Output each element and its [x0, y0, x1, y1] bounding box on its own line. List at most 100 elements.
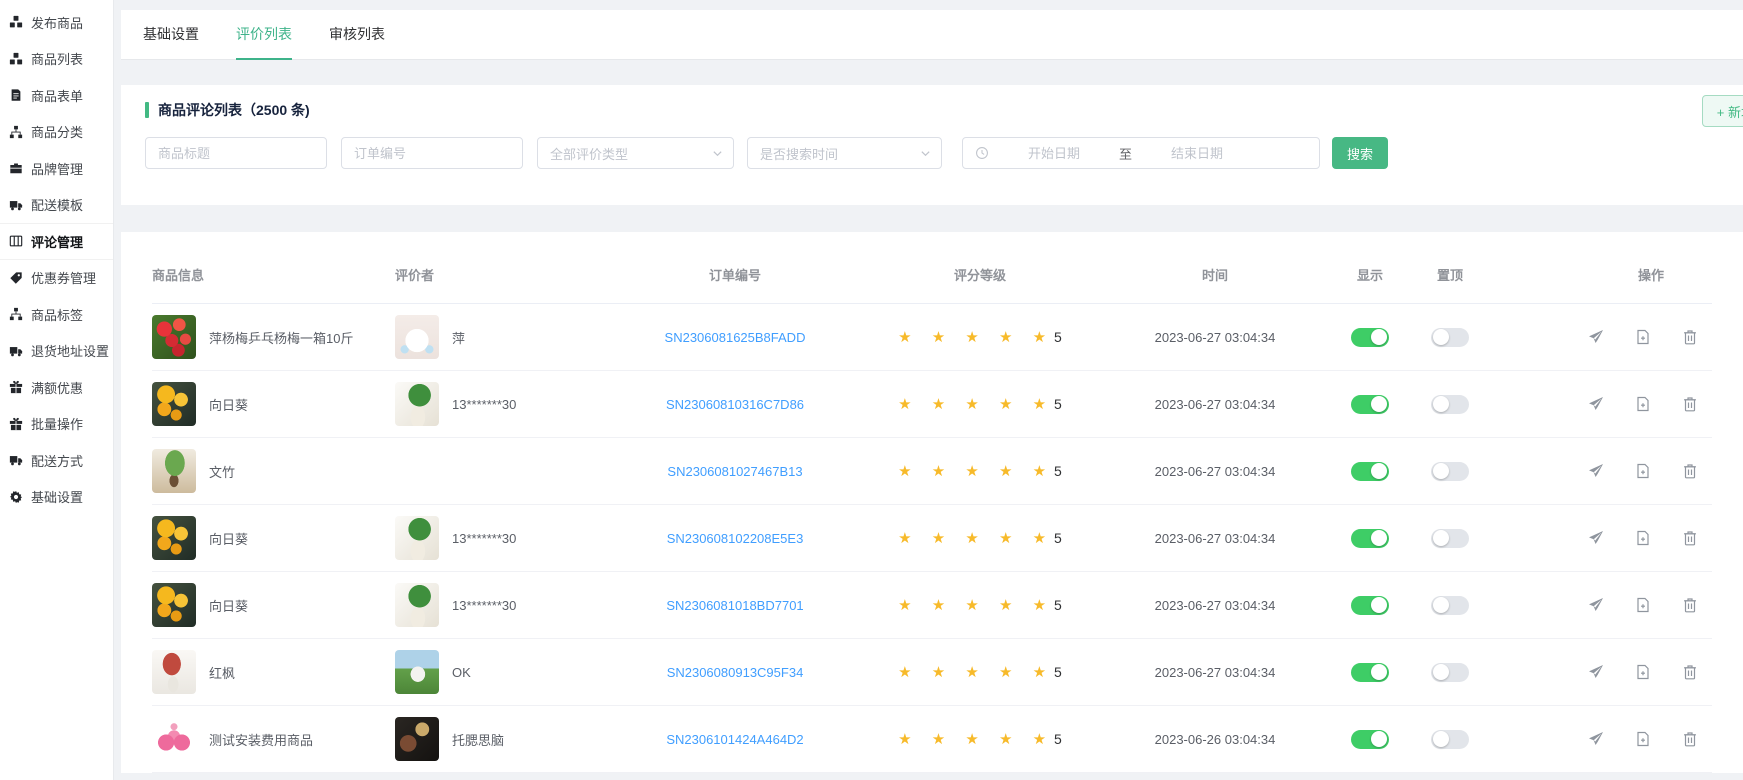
- reviewer-cell: 萍: [395, 315, 610, 359]
- sidebar-item-商品标签[interactable]: 商品标签: [0, 296, 113, 333]
- send-button[interactable]: [1588, 396, 1604, 412]
- send-button[interactable]: [1588, 597, 1604, 613]
- file-add-button[interactable]: [1635, 731, 1651, 747]
- add-button[interactable]: + 新增: [1702, 95, 1743, 127]
- toggle-knob: [1371, 664, 1387, 680]
- sidebar-item-label: 退货地址设置: [31, 341, 109, 360]
- delete-icon: [1682, 329, 1698, 345]
- table-row: 向日葵13*******30SN230608102208E5E3★ ★ ★ ★ …: [152, 505, 1712, 572]
- delete-button[interactable]: [1682, 396, 1698, 412]
- send-button[interactable]: [1588, 530, 1604, 546]
- column-header-评价者: 评价者: [395, 265, 610, 284]
- send-button[interactable]: [1588, 731, 1604, 747]
- pin-toggle[interactable]: [1431, 596, 1469, 615]
- sidebar-item-满额优惠[interactable]: 满额优惠: [0, 369, 113, 406]
- send-button[interactable]: [1588, 664, 1604, 680]
- column-header-订单编号: 订单编号: [610, 265, 860, 284]
- order-number-link[interactable]: SN2306080913C95F34: [667, 665, 804, 680]
- sidebar-item-label: 优惠券管理: [31, 268, 96, 287]
- delete-button[interactable]: [1682, 530, 1698, 546]
- pin-toggle[interactable]: [1431, 395, 1469, 414]
- tab-基础设置[interactable]: 基础设置: [143, 10, 199, 60]
- sidebar-item-商品表单[interactable]: 商品表单: [0, 77, 113, 114]
- sidebar-item-优惠券管理[interactable]: 优惠券管理: [0, 260, 113, 297]
- tab-评价列表[interactable]: 评价列表: [236, 10, 292, 60]
- product-title-input[interactable]: [145, 137, 327, 169]
- rating-stars: ★ ★ ★ ★ ★: [898, 397, 1054, 412]
- review-type-select-value: 全部评价类型: [550, 144, 628, 163]
- send-button[interactable]: [1588, 329, 1604, 345]
- start-date-input[interactable]: [995, 146, 1113, 161]
- file-add-icon: [1635, 597, 1651, 613]
- pin-toggle[interactable]: [1431, 529, 1469, 548]
- sidebar-item-评论管理[interactable]: 评论管理: [0, 223, 113, 260]
- reviewer-avatar: [395, 717, 439, 761]
- chevron-down-icon: [920, 148, 931, 159]
- review-type-select[interactable]: 全部评价类型: [537, 137, 734, 169]
- product-title: 测试安装费用商品: [209, 730, 313, 749]
- file-add-button[interactable]: [1635, 396, 1651, 412]
- rating-stars: ★ ★ ★ ★ ★: [898, 732, 1054, 747]
- search-button[interactable]: 搜索: [1332, 137, 1388, 169]
- show-toggle[interactable]: [1351, 462, 1389, 481]
- pin-toggle[interactable]: [1431, 328, 1469, 347]
- order-number-link[interactable]: SN23060810316C7D86: [666, 397, 804, 412]
- pin-toggle[interactable]: [1431, 663, 1469, 682]
- reviewer-cell: OK: [395, 650, 610, 694]
- delete-button[interactable]: [1682, 463, 1698, 479]
- product-title: 红枫: [209, 663, 235, 682]
- time-search-select[interactable]: 是否搜索时间: [747, 137, 942, 169]
- show-toggle[interactable]: [1351, 395, 1389, 414]
- show-toggle[interactable]: [1351, 596, 1389, 615]
- table-row: 向日葵13*******30SN23060810316C7D86★ ★ ★ ★ …: [152, 371, 1712, 438]
- send-icon: [1588, 731, 1604, 747]
- delete-button[interactable]: [1682, 329, 1698, 345]
- order-number-link[interactable]: SN230608102208E5E3: [667, 531, 804, 546]
- sidebar-item-配送方式[interactable]: 配送方式: [0, 442, 113, 479]
- sidebar-item-品牌管理[interactable]: 品牌管理: [0, 150, 113, 187]
- order-number-link[interactable]: SN2306081027467B13: [667, 464, 802, 479]
- file-add-button[interactable]: [1635, 329, 1651, 345]
- sidebar-item-发布商品[interactable]: 发布商品: [0, 4, 113, 41]
- time-cell: 2023-06-27 03:04:34: [1100, 531, 1330, 546]
- truck-icon: [9, 453, 23, 467]
- show-toggle[interactable]: [1351, 730, 1389, 749]
- order-cell: SN2306081625B8FADD: [610, 330, 860, 345]
- file-add-button[interactable]: [1635, 530, 1651, 546]
- sidebar-item-批量操作[interactable]: 批量操作: [0, 406, 113, 443]
- pin-toggle[interactable]: [1431, 462, 1469, 481]
- sidebar-item-商品列表[interactable]: 商品列表: [0, 41, 113, 78]
- rating-cell: ★ ★ ★ ★ ★5: [860, 664, 1100, 680]
- file-add-button[interactable]: [1635, 463, 1651, 479]
- sidebar-item-商品分类[interactable]: 商品分类: [0, 114, 113, 151]
- sidebar-item-退货地址设置[interactable]: 退货地址设置: [0, 333, 113, 370]
- delete-icon: [1682, 396, 1698, 412]
- pin-toggle[interactable]: [1431, 730, 1469, 749]
- file-add-button[interactable]: [1635, 597, 1651, 613]
- send-button[interactable]: [1588, 463, 1604, 479]
- filter-bar: 全部评价类型 是否搜索时间 至 搜索: [145, 137, 1719, 169]
- actions-cell: [1490, 597, 1712, 613]
- delete-button[interactable]: [1682, 731, 1698, 747]
- time-cell: 2023-06-27 03:04:34: [1100, 397, 1330, 412]
- order-number-link[interactable]: SN2306081625B8FADD: [665, 330, 806, 345]
- delete-button[interactable]: [1682, 597, 1698, 613]
- toggle-knob: [1371, 463, 1387, 479]
- show-toggle[interactable]: [1351, 529, 1389, 548]
- show-toggle[interactable]: [1351, 328, 1389, 347]
- sidebar-item-基础设置[interactable]: 基础设置: [0, 479, 113, 516]
- order-number-link[interactable]: SN2306081018BD7701: [666, 598, 803, 613]
- end-date-input[interactable]: [1138, 146, 1256, 161]
- column-header-显示: 显示: [1330, 265, 1410, 284]
- order-number-link[interactable]: SN2306101424A464D2: [666, 732, 803, 747]
- order-number-input[interactable]: [341, 137, 523, 169]
- pin-cell: [1410, 596, 1490, 615]
- delete-button[interactable]: [1682, 664, 1698, 680]
- file-add-button[interactable]: [1635, 664, 1651, 680]
- tag-icon: [9, 271, 23, 285]
- sidebar-item-配送模板[interactable]: 配送模板: [0, 187, 113, 224]
- show-toggle[interactable]: [1351, 663, 1389, 682]
- tab-审核列表[interactable]: 审核列表: [329, 10, 385, 60]
- date-range-picker[interactable]: 至: [962, 137, 1320, 169]
- rating-value: 5: [1054, 731, 1062, 747]
